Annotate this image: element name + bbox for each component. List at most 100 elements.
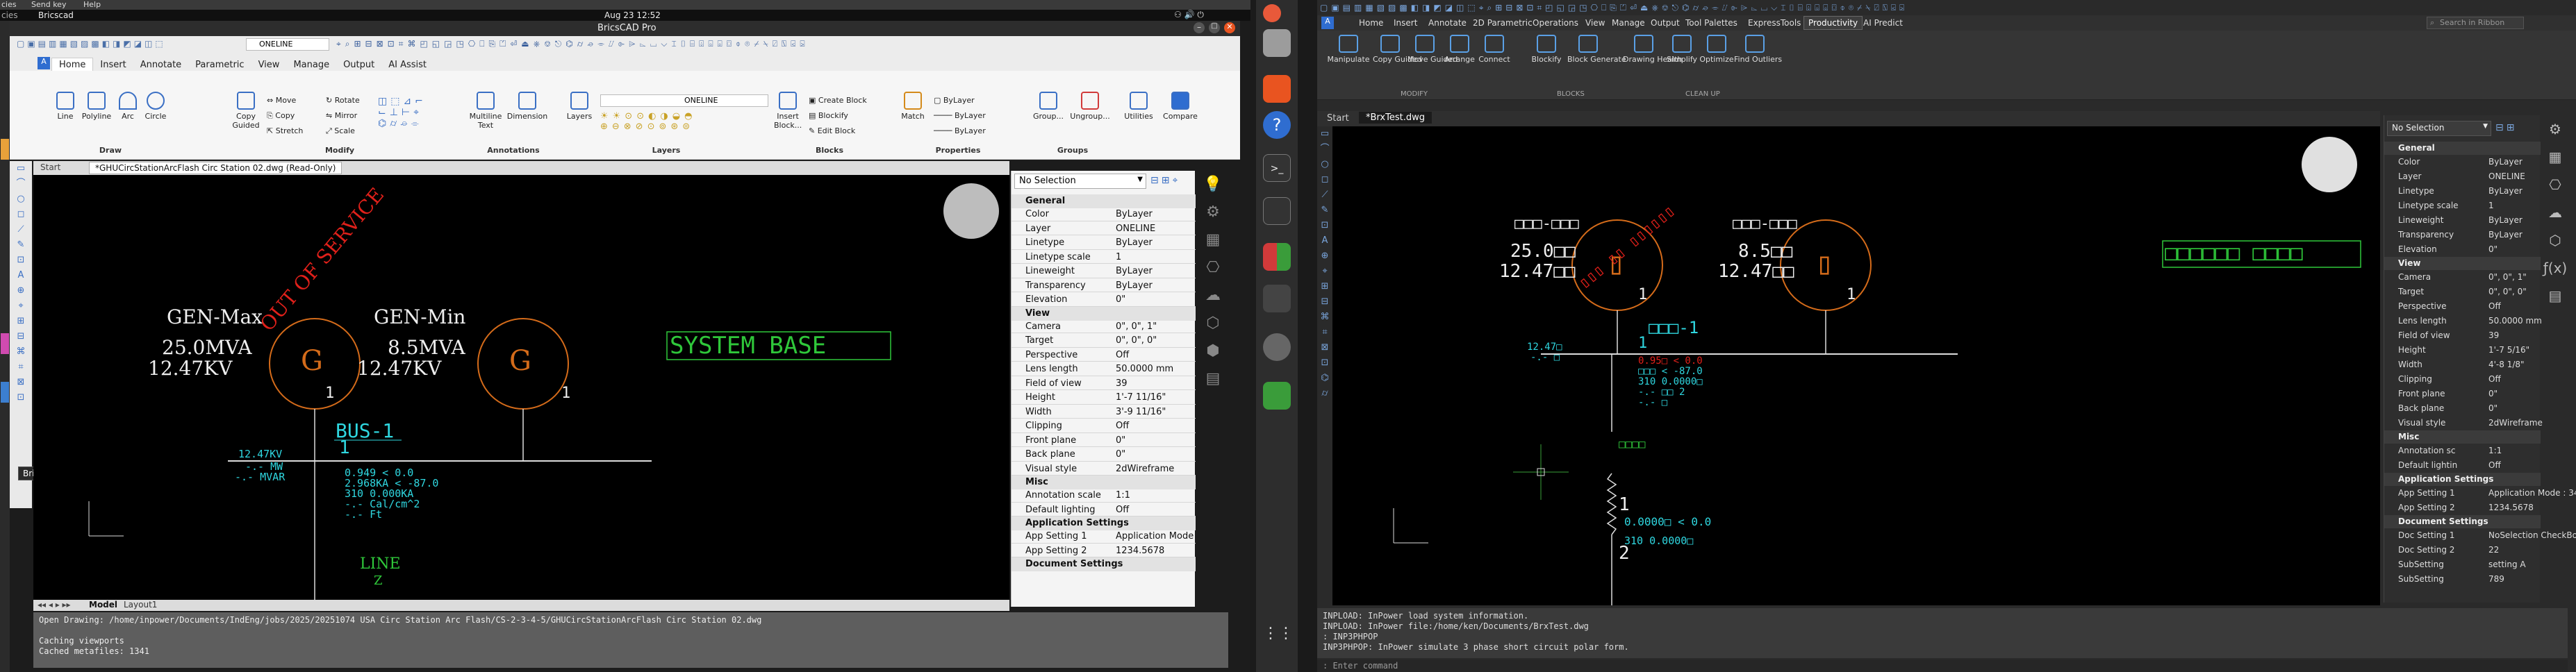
property-value[interactable]: 1234.5678 [1116, 546, 1164, 556]
create-block-tool[interactable]: ▣ Create Block [809, 96, 867, 105]
property-value[interactable]: ByLayer [2488, 157, 2523, 167]
move-guided-tool[interactable]: Move Guided [1407, 35, 1458, 64]
dock-files-icon[interactable] [1263, 29, 1291, 57]
dock-icon-app[interactable] [1, 333, 9, 354]
dock-software-icon[interactable] [1263, 75, 1291, 103]
property-row[interactable]: Linetype scale 1 [2384, 199, 2541, 213]
tab-layout1[interactable]: Layout1 [124, 600, 157, 610]
property-value[interactable]: 2dWireframe [1116, 464, 1174, 474]
property-value[interactable]: Off [2488, 460, 2501, 470]
property-value[interactable]: Application Mode [1116, 531, 1194, 541]
property-row[interactable]: Elevation 0" [1012, 292, 1196, 307]
blockify-tool[interactable]: Blockify [1526, 35, 1567, 64]
left-tool-strip[interactable]: ▭ ⌒ ○ ◻ ⟋ ✎ ⊡ A ⊕ ⌖ ⊞ ⊟ ⌘ ⌗ ⊠ ⊡ [10, 161, 32, 508]
property-row[interactable]: SubSetting 789 [2384, 572, 2541, 587]
property-value[interactable]: 22 [2488, 545, 2499, 555]
polyline-tool[interactable]: Polyline [79, 92, 114, 121]
property-value[interactable]: ONELINE [1116, 224, 1155, 234]
property-value[interactable]: ONELINE [2488, 171, 2525, 181]
menu-help[interactable]: Help [83, 0, 101, 9]
property-value[interactable]: 50.0000 mm [2488, 316, 2542, 326]
props-section-header[interactable]: View [1012, 306, 1196, 321]
property-value[interactable]: 0", 0", 0" [2488, 287, 2527, 296]
tab-output[interactable]: Output [1651, 18, 1680, 28]
property-row[interactable]: Lens length 50.0000 mm [1012, 362, 1196, 376]
property-value[interactable]: ByLayer [1116, 266, 1153, 276]
rotate-tool[interactable]: ↻ Rotate [326, 96, 360, 105]
props-section-header[interactable]: Application Settings [2384, 473, 2541, 486]
property-value[interactable]: 1'-7 11/16" [1116, 392, 1166, 403]
tab-parametric[interactable]: Parametric [188, 58, 251, 72]
command-input[interactable]: : Enter command [1317, 660, 2568, 672]
property-value[interactable]: 0", 0", 0" [1116, 335, 1157, 346]
property-row[interactable]: Lineweight ByLayer [1012, 264, 1196, 278]
dock-terminal2-icon[interactable] [1263, 197, 1291, 225]
property-value[interactable]: 0" [2488, 244, 2497, 254]
property-row[interactable]: Perspective Off [1012, 348, 1196, 362]
move-tool[interactable]: ⇔ Move [267, 96, 296, 105]
property-value[interactable]: 0" [2488, 403, 2497, 413]
prop-lineweight-bylayer[interactable]: ──── ByLayer [934, 126, 986, 135]
property-row[interactable]: Transparency ByLayer [1012, 278, 1196, 292]
property-value[interactable]: 1234.5678 [2488, 503, 2534, 512]
property-value[interactable]: 0" [1116, 449, 1125, 460]
copy-guided-tool[interactable]: Copy Guided [1373, 35, 1422, 64]
app-menu[interactable]: Bricscad [38, 10, 74, 20]
property-row[interactable]: App Setting 1 Application Mode : 34 [2384, 486, 2576, 501]
ribbon-search[interactable]: ⌕ Search in Ribbon [2427, 17, 2524, 29]
side-icons-right[interactable]: ⚙ ▦ ⎔ ☁ ⬡ ƒ(x) ▤ [2541, 115, 2569, 393]
property-value[interactable]: 0" [1116, 294, 1125, 305]
property-value[interactable]: Off [2488, 301, 2501, 311]
property-value[interactable]: NoSelection CheckBox v [2488, 530, 2576, 540]
quick-access-dark[interactable]: ▢▣▤▥▦▧▨▩◧◨◩◪◫⬚⌖⌕⊞⊟⊠⊡⌗◰◱◲◳⎔⎕⎘⏍⏎⏏⎈⎊⎋⌬⌭⌮⌯⌰⌱… [1320, 3, 2576, 14]
arc-tool[interactable]: Arc [114, 92, 142, 121]
props-section-header[interactable]: Document Settings [1012, 557, 1196, 571]
property-row[interactable]: Lineweight ByLayer [2384, 213, 2541, 228]
clock[interactable]: Aug 23 12:52 [604, 10, 661, 20]
props-section-header[interactable]: Document Settings [2384, 515, 2541, 528]
selection-dropdown[interactable]: No Selection ▼ [1014, 174, 1146, 189]
property-value[interactable]: 0", 0", 1" [1116, 321, 1157, 332]
property-value[interactable]: 0", 0", 1" [2488, 272, 2527, 282]
prop-linetype-bylayer[interactable]: ──── ByLayer [934, 111, 986, 120]
app-logo-icon[interactable]: A [38, 57, 50, 69]
property-row[interactable]: SubSetting setting A [2384, 557, 2541, 572]
tab-drawing[interactable]: *GHUCircStationArcFlash Circ Station 02.… [89, 162, 342, 174]
tab-operations[interactable]: Operations [1533, 18, 1578, 28]
tab-insert[interactable]: Insert [1394, 18, 1417, 28]
dock-icon-files[interactable] [1, 139, 9, 160]
toolbar-icons-right[interactable]: ⌖⌕⊞⊟⊠⊡⌗⌘◰◱◲◳⎔⎕⎘⏍⏎⏏⎈⎊⎋⌬⌭⌮⌯⌰⌱⌲⌳⌴⌵⌶⌷⌸⌹⌺⌻⌼⌽⌾… [336, 39, 1232, 50]
property-value[interactable]: 1:1 [2488, 446, 2502, 455]
property-value[interactable]: 0" [1116, 435, 1125, 446]
property-value[interactable]: ByLayer [1116, 237, 1153, 248]
copy-tool[interactable]: ⎘ Copy [267, 111, 295, 121]
property-row[interactable]: Doc Setting 1 NoSelection CheckBox v [2384, 528, 2576, 543]
property-value[interactable]: 1:1 [1116, 490, 1130, 501]
ungroup-tool[interactable]: Ungroup... [1069, 92, 1111, 121]
property-row[interactable]: Field of view 39 [1012, 376, 1196, 390]
property-row[interactable]: Front plane 0" [1012, 433, 1196, 447]
property-row[interactable]: Transparency ByLayer [2384, 228, 2541, 242]
optimize-tool[interactable]: Optimize [1699, 35, 1734, 64]
simplify-tool[interactable]: Simplify [1665, 35, 1699, 64]
group-tool[interactable]: Group... [1031, 92, 1066, 121]
block-generate-tool[interactable]: Block Generate [1567, 35, 1626, 64]
property-value[interactable]: setting A [2488, 560, 2526, 569]
tab-home[interactable]: Home [1359, 18, 1383, 28]
props-section-header[interactable]: Application Settings [1012, 516, 1196, 530]
prop-color-bylayer[interactable]: ▢ ByLayer [934, 96, 975, 105]
stretch-tool[interactable]: ⇱ Stretch [267, 126, 303, 135]
utilities-tool[interactable]: Utilities [1121, 92, 1156, 121]
tab-model[interactable]: Model [89, 600, 117, 610]
property-value[interactable]: 1 [2488, 201, 2494, 210]
property-row[interactable]: Linetype ByLayer [2384, 184, 2541, 199]
property-row[interactable]: App Setting 1 Application Mode [1012, 529, 1196, 544]
find-outliers-tool[interactable]: Find Outliers [1734, 35, 1782, 64]
tab-annotate[interactable]: Annotate [133, 58, 188, 72]
property-row[interactable]: Default lighting Off [1012, 503, 1196, 516]
cad-canvas-right[interactable]: □□□-□□□ 25.0□□ 12.47□□ ▯ 1 ▯▯▯ ▯▯ ▯▯▯▯▯▯… [1332, 126, 2380, 605]
property-row[interactable]: App Setting 2 1234.5678 [1012, 544, 1196, 557]
property-row[interactable]: Camera 0", 0", 1" [1012, 319, 1196, 333]
drawing-health-tool[interactable]: Drawing Health [1623, 35, 1682, 64]
compare-tool[interactable]: Compare [1163, 92, 1198, 121]
